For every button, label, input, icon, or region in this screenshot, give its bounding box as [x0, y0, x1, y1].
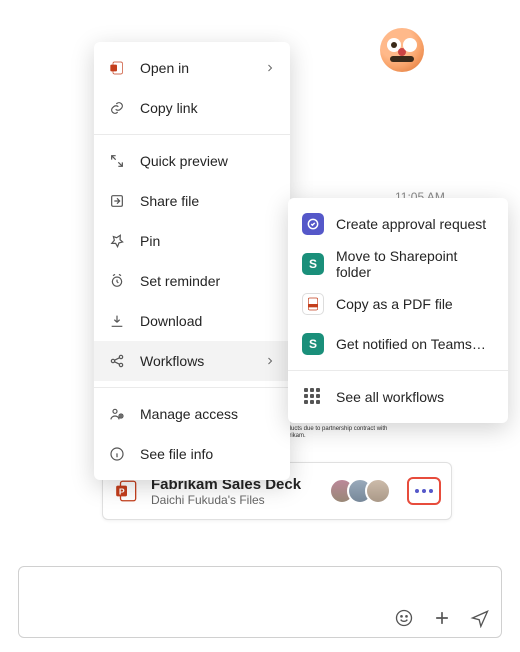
send-icon[interactable]	[469, 607, 491, 629]
menu-set-reminder[interactable]: Set reminder	[94, 261, 290, 301]
submenu-label: Create approval request	[336, 216, 486, 232]
svg-text:P: P	[119, 486, 125, 496]
approval-app-icon	[302, 213, 324, 235]
apps-grid-icon	[302, 386, 324, 408]
submenu-label: Get notified on Teams…	[336, 336, 486, 352]
powerpoint-icon: P	[113, 477, 141, 505]
menu-label: Pin	[140, 233, 276, 249]
share-icon	[108, 192, 126, 210]
menu-label: Copy link	[140, 100, 276, 116]
workflow-copy-pdf[interactable]: Copy as a PDF file	[288, 284, 508, 324]
workflows-icon	[108, 352, 126, 370]
menu-copy-link[interactable]: Copy link	[94, 88, 290, 128]
emoji-icon[interactable]	[393, 607, 415, 629]
sender-avatar[interactable]	[380, 28, 424, 72]
menu-pin[interactable]: Pin	[94, 221, 290, 261]
manage-access-icon	[108, 405, 126, 423]
pdf-app-icon	[302, 293, 324, 315]
expand-icon	[108, 152, 126, 170]
link-icon	[108, 99, 126, 117]
menu-label: Manage access	[140, 406, 276, 422]
workflow-get-notified[interactable]: S Get notified on Teams…	[288, 324, 508, 364]
submenu-label: See all workflows	[336, 389, 444, 405]
plus-icon[interactable]	[431, 607, 453, 629]
sharepoint-app-icon: S	[302, 333, 324, 355]
powerpoint-icon	[108, 59, 126, 77]
info-icon	[108, 445, 126, 463]
menu-label: Download	[140, 313, 276, 329]
workflows-submenu: Create approval request S Move to Sharep…	[288, 198, 508, 423]
menu-label: See file info	[140, 446, 276, 462]
menu-download[interactable]: Download	[94, 301, 290, 341]
menu-quick-preview[interactable]: Quick preview	[94, 141, 290, 181]
menu-label: Open in	[140, 60, 250, 76]
menu-workflows[interactable]: Workflows	[94, 341, 290, 381]
message-compose-box[interactable]	[18, 566, 502, 638]
menu-open-in[interactable]: Open in	[94, 48, 290, 88]
collaborator-avatars[interactable]	[329, 478, 391, 504]
file-subtitle: Daichi Fukuda's Files	[151, 493, 319, 507]
menu-share-file[interactable]: Share file	[94, 181, 290, 221]
submenu-label: Move to Sharepoint folder	[336, 248, 494, 280]
download-icon	[108, 312, 126, 330]
workflow-create-approval[interactable]: Create approval request	[288, 204, 508, 244]
menu-see-file-info[interactable]: See file info	[94, 434, 290, 474]
clock-icon	[108, 272, 126, 290]
menu-label: Workflows	[140, 353, 250, 369]
sharepoint-app-icon: S	[302, 253, 324, 275]
chevron-right-icon	[264, 355, 276, 367]
menu-label: Share file	[140, 193, 276, 209]
chevron-right-icon	[264, 62, 276, 74]
pin-icon	[108, 232, 126, 250]
menu-manage-access[interactable]: Manage access	[94, 394, 290, 434]
menu-label: Set reminder	[140, 273, 276, 289]
submenu-label: Copy as a PDF file	[336, 296, 453, 312]
file-context-menu: Open in Copy link Quick preview Share fi…	[94, 42, 290, 480]
workflow-move-sharepoint[interactable]: S Move to Sharepoint folder	[288, 244, 508, 284]
file-more-options-button[interactable]	[407, 477, 441, 505]
workflow-see-all[interactable]: See all workflows	[288, 377, 508, 417]
menu-label: Quick preview	[140, 153, 276, 169]
